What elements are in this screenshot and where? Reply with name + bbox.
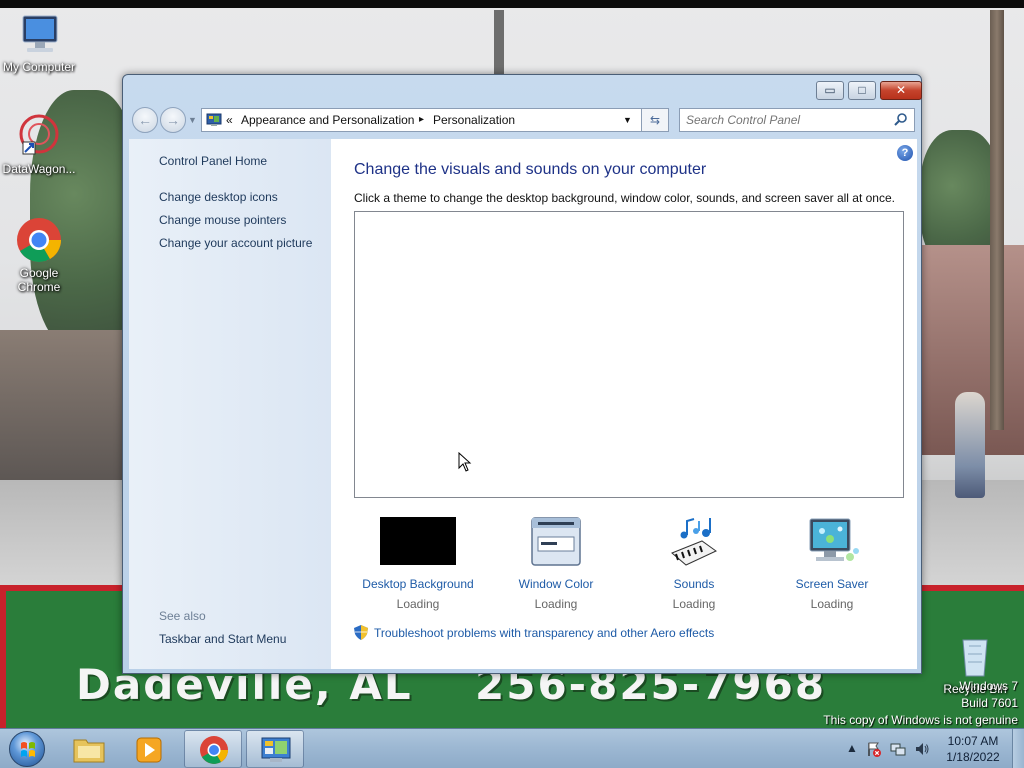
window-color-link[interactable]: Window Color xyxy=(491,577,621,591)
watermark-line: Windows 7 xyxy=(959,679,1018,693)
datawagon-icon xyxy=(15,112,63,160)
wallpaper-person xyxy=(955,392,985,498)
desktop-background-icon xyxy=(380,517,456,567)
desktop-icon-label: My Computer xyxy=(2,60,76,74)
recycle-bin-icon xyxy=(951,632,999,680)
maximize-button[interactable]: □ xyxy=(848,81,876,100)
breadcrumb-separator-icon[interactable]: ▸ xyxy=(419,109,424,131)
file-explorer-icon xyxy=(73,739,105,763)
troubleshoot-aero-label: Troubleshoot problems with transparency … xyxy=(374,626,715,640)
network-icon[interactable] xyxy=(890,741,906,757)
desktop-icon-google-chrome[interactable]: Google Chrome xyxy=(1,216,77,294)
change-mouse-pointers-link[interactable]: Change mouse pointers xyxy=(159,213,286,227)
page-subtitle: Click a theme to change the desktop back… xyxy=(354,191,895,205)
sounds-status: Loading xyxy=(672,597,716,611)
help-icon[interactable]: ? xyxy=(897,145,913,161)
window-color-tile[interactable]: Window Color Loading xyxy=(491,517,621,611)
show-desktop-button[interactable] xyxy=(1012,729,1024,768)
recent-pages-dropdown[interactable]: ▼ xyxy=(188,115,197,125)
screen-saver-tile[interactable]: Screen Saver Loading xyxy=(767,517,897,611)
address-overflow-chevron[interactable]: « xyxy=(226,109,233,131)
wallpaper-pole xyxy=(990,10,1004,430)
watermark-line: Build 7601 xyxy=(961,696,1018,710)
taskbar-and-start-menu-link[interactable]: Taskbar and Start Menu xyxy=(159,632,286,646)
sounds-link[interactable]: Sounds xyxy=(629,577,759,591)
see-also-heading: See also xyxy=(159,609,206,623)
search-input[interactable] xyxy=(686,111,886,129)
change-account-picture-link[interactable]: Change your account picture xyxy=(159,236,312,250)
taskbar: ▲ 10:07 AM 1/18/2022 xyxy=(0,728,1024,768)
back-button[interactable]: ← xyxy=(132,107,158,133)
window-color-status: Loading xyxy=(534,597,578,611)
minimize-icon: ▭ xyxy=(824,83,836,97)
maximize-icon: □ xyxy=(858,83,866,97)
computer-icon xyxy=(15,10,63,58)
address-dropdown-icon[interactable]: ▼ xyxy=(623,109,632,131)
forward-button[interactable]: → xyxy=(160,107,186,133)
search-icon[interactable] xyxy=(894,112,908,126)
screen-saver-link[interactable]: Screen Saver xyxy=(767,577,897,591)
taskbar-control-panel[interactable] xyxy=(246,730,304,768)
wallpaper-building xyxy=(0,330,125,480)
control-panel-icon xyxy=(261,737,291,762)
chrome-icon xyxy=(200,736,228,764)
main-pane: ? Change the visuals and sounds on your … xyxy=(331,139,917,669)
close-button[interactable]: ✕ xyxy=(880,81,922,100)
chrome-icon xyxy=(15,216,63,264)
desktop-background-link[interactable]: Desktop Background xyxy=(353,577,483,591)
forward-arrow-icon: → xyxy=(166,112,180,128)
desktop-icon-datawagon[interactable]: DataWagon... xyxy=(1,112,77,176)
breadcrumb-appearance-and-personalization[interactable]: Appearance and Personalization xyxy=(241,109,414,131)
task-pane: Control Panel Home Change desktop icons … xyxy=(129,139,331,669)
volume-icon[interactable] xyxy=(914,741,930,757)
desktop-background-tile[interactable]: Desktop Background Loading xyxy=(353,517,483,611)
breadcrumb-personalization[interactable]: Personalization xyxy=(433,109,515,131)
wallpaper-pole xyxy=(494,10,504,76)
mouse-cursor-icon xyxy=(458,452,472,472)
desktop-icon-label: Google Chrome xyxy=(17,266,61,294)
sounds-tile[interactable]: Sounds Loading xyxy=(629,517,759,611)
watermark-line: This copy of Windows is not genuine xyxy=(823,713,1018,727)
close-icon: ✕ xyxy=(895,83,907,97)
shield-icon xyxy=(354,625,368,640)
refresh-icon: ⇆ xyxy=(649,113,661,127)
troubleshoot-aero-link[interactable]: Troubleshoot problems with transparency … xyxy=(354,625,714,640)
screen-saver-icon xyxy=(794,517,870,567)
page-title: Change the visuals and sounds on your co… xyxy=(354,161,707,178)
taskbar-google-chrome[interactable] xyxy=(184,730,242,768)
taskbar-file-explorer[interactable] xyxy=(60,730,118,768)
media-player-icon xyxy=(136,737,162,763)
taskbar-media-player[interactable] xyxy=(120,730,178,768)
screen-top-edge xyxy=(0,0,1024,8)
refresh-button[interactable]: ⇆ xyxy=(641,108,669,132)
desktop-icon-label: DataWagon... xyxy=(2,162,76,176)
theme-list[interactable] xyxy=(354,211,904,498)
screen-saver-status: Loading xyxy=(810,597,854,611)
window-color-icon xyxy=(518,517,594,567)
search-box[interactable] xyxy=(679,108,915,132)
system-clock[interactable]: 10:07 AM 1/18/2022 xyxy=(940,733,1006,765)
desktop-icon-my-computer[interactable]: My Computer xyxy=(1,10,77,74)
start-button[interactable] xyxy=(6,729,48,768)
action-center-flag-icon[interactable] xyxy=(866,741,882,757)
navigation-bar: ← → ▼ « Appearance and Personalization ▸… xyxy=(131,107,915,133)
personalization-window: ▭ □ ✕ ← → ▼ « Appearance and Personaliza… xyxy=(122,74,922,674)
control-panel-icon xyxy=(206,112,222,128)
address-bar[interactable]: « Appearance and Personalization ▸ Perso… xyxy=(201,108,669,132)
back-arrow-icon: ← xyxy=(138,112,152,128)
clock-time: 10:07 AM xyxy=(947,734,999,748)
start-orb-icon xyxy=(9,731,45,767)
content-area: Control Panel Home Change desktop icons … xyxy=(129,139,917,669)
control-panel-home-link[interactable]: Control Panel Home xyxy=(159,154,267,168)
desktop-background-status: Loading xyxy=(396,597,440,611)
change-desktop-icons-link[interactable]: Change desktop icons xyxy=(159,190,278,204)
show-hidden-icons-button[interactable]: ▲ xyxy=(844,741,860,757)
sounds-icon xyxy=(656,517,732,567)
windows-watermark: Windows 7 Build 7601 This copy of Window… xyxy=(823,678,1018,729)
minimize-button[interactable]: ▭ xyxy=(816,81,844,100)
clock-date: 1/18/2022 xyxy=(946,750,1000,764)
